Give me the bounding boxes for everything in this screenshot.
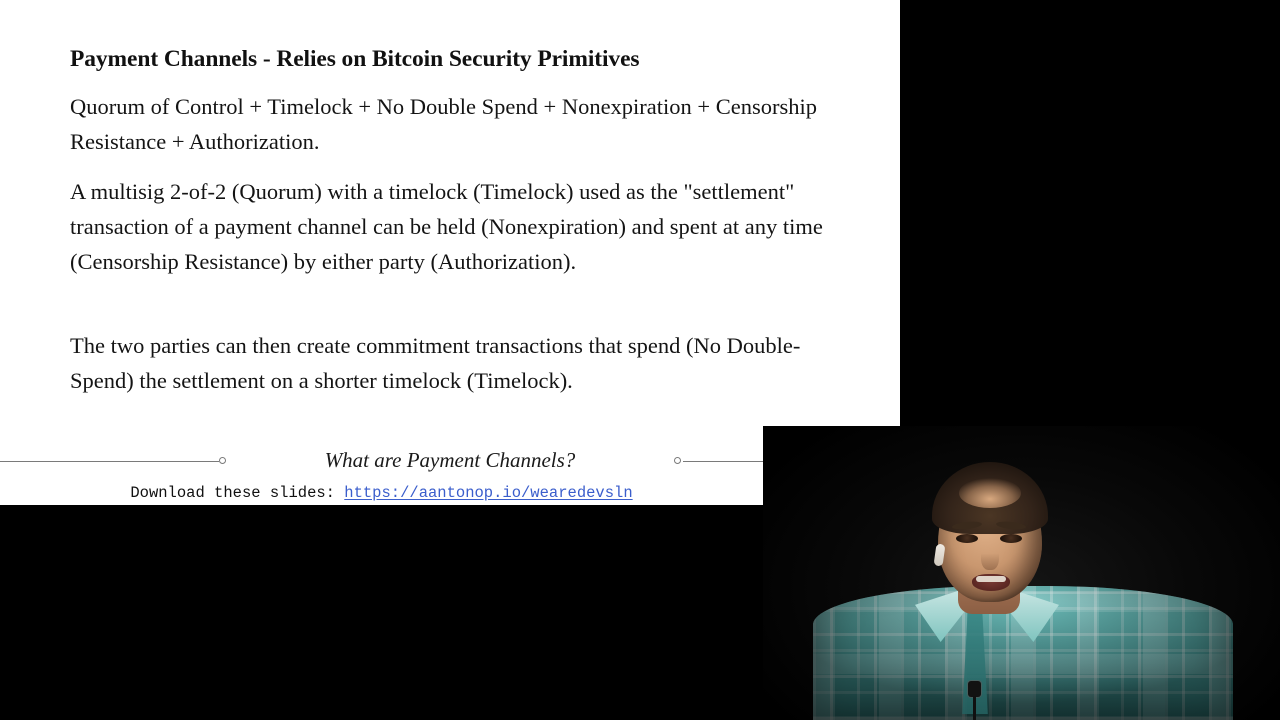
webcam-overlay[interactable] — [763, 426, 1280, 720]
slide-paragraph-1: Quorum of Control + Timelock + No Double… — [70, 94, 817, 154]
download-slides-link[interactable]: https://aantonop.io/wearedevsln — [344, 484, 632, 502]
divider-circle-right-icon — [674, 457, 681, 464]
footer-caption: What are Payment Channels? — [324, 448, 576, 472]
eye-left — [956, 534, 978, 543]
divider-line-right — [683, 461, 763, 462]
slide-title: Payment Channels - Relies on Bitcoin Sec… — [70, 46, 640, 72]
slide-paragraph-3: The two parties can then create commitme… — [70, 333, 801, 393]
slide-paragraph-2: A multisig 2-of-2 (Quorum) with a timelo… — [70, 179, 823, 274]
divider-line-left — [0, 461, 219, 462]
microphone-wire — [973, 696, 976, 720]
download-slides-line: Download these slides: https://aantonop.… — [0, 482, 763, 504]
nose — [981, 542, 999, 570]
video-frame: Payment Channels - Relies on Bitcoin Sec… — [0, 0, 1280, 720]
divider-circle-left-icon — [219, 457, 226, 464]
lapel-microphone-icon — [968, 681, 981, 697]
speaker-figure — [763, 426, 1280, 720]
forehead — [959, 478, 1021, 508]
teeth — [976, 576, 1006, 582]
download-slides-label: Download these slides: — [130, 484, 345, 502]
eye-right — [1000, 534, 1022, 543]
